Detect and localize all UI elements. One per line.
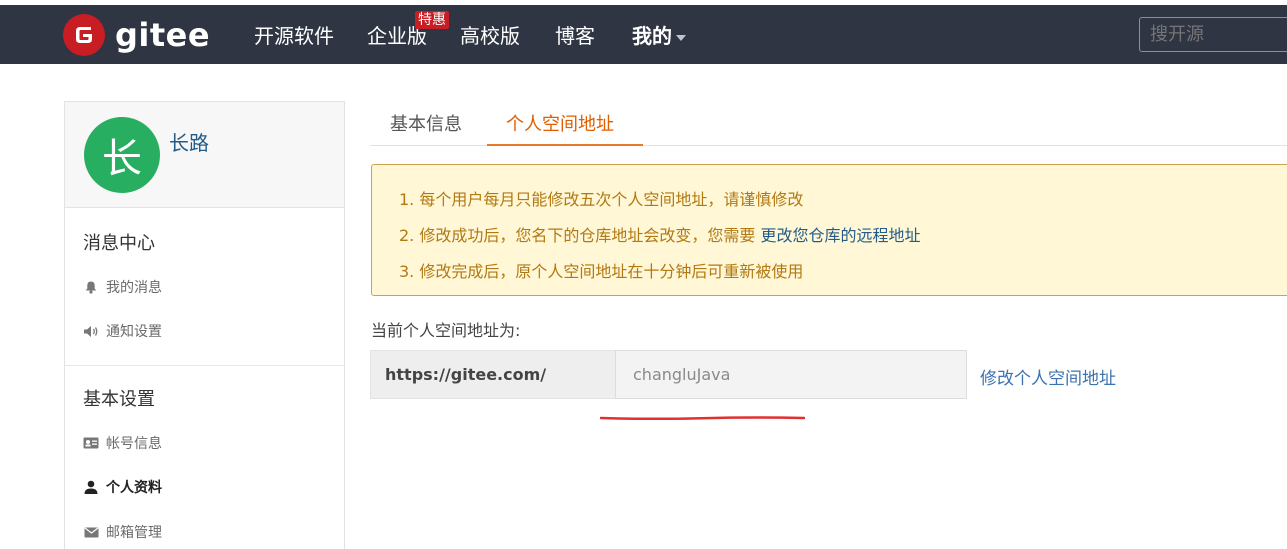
- avatar[interactable]: 长: [84, 117, 160, 193]
- profile-card: 长 长路: [65, 102, 344, 208]
- notice-box: 1. 每个用户每月只能修改五次个人空间地址，请谨慎修改 2. 修改成功后，您名下…: [371, 164, 1287, 296]
- sidebar-item-label: 帐号信息: [106, 436, 162, 452]
- sidebar-item-email-management[interactable]: 邮箱管理: [82, 522, 162, 542]
- sidebar-item-my-messages[interactable]: 我的消息: [82, 277, 162, 297]
- red-annotation-underline: [600, 416, 805, 420]
- sidebar-item-label: 个人资料: [106, 480, 162, 496]
- current-address-label: 当前个人空间地址为:: [371, 321, 521, 340]
- section-message-center: 消息中心: [83, 233, 155, 254]
- user-icon: [82, 480, 100, 494]
- sidebar-item-label: 通知设置: [106, 324, 162, 340]
- sidebar-item-profile[interactable]: 个人资料: [82, 477, 162, 497]
- change-remote-url-link[interactable]: 更改您仓库的远程地址: [760, 226, 920, 245]
- gitee-logo[interactable]: gitee: [63, 14, 210, 56]
- volume-icon: [82, 324, 100, 338]
- space-address-input[interactable]: [615, 350, 967, 399]
- gitee-logo-icon: [63, 14, 105, 56]
- section-basic-settings: 基本设置: [83, 389, 155, 410]
- id-card-icon: [82, 436, 100, 450]
- nav-blog[interactable]: 博客: [555, 21, 595, 51]
- notice-line-1: 1. 每个用户每月只能修改五次个人空间地址，请谨慎修改: [399, 190, 804, 209]
- settings-sidebar: 长 长路 消息中心 我的消息 通知设置 基本设置 帐号信息 个人资料 邮箱管理: [64, 101, 345, 549]
- search-input[interactable]: [1139, 17, 1287, 52]
- tab-personal-space-address[interactable]: 个人空间地址: [506, 113, 614, 137]
- address-prefix: https://gitee.com/: [370, 350, 615, 399]
- bell-icon: [82, 280, 100, 294]
- notice-line-2-text: 2. 修改成功后，您名下的仓库地址会改变，您需要: [399, 226, 761, 245]
- sidebar-item-label: 邮箱管理: [106, 525, 162, 541]
- chevron-down-icon: [676, 34, 686, 41]
- sidebar-item-account-info[interactable]: 帐号信息: [82, 433, 162, 453]
- tab-basic-info[interactable]: 基本信息: [390, 113, 462, 137]
- promo-badge: 特惠: [415, 11, 449, 29]
- modify-space-address-link[interactable]: 修改个人空间地址: [980, 364, 1116, 389]
- envelope-icon: [82, 525, 100, 539]
- username[interactable]: 长路: [169, 127, 209, 156]
- nav-mine-dropdown[interactable]: 我的: [632, 21, 686, 51]
- nav-education[interactable]: 高校版: [460, 21, 520, 51]
- notice-line-2: 2. 修改成功后，您名下的仓库地址会改变，您需要 更改您仓库的远程地址: [399, 222, 920, 246]
- top-edge: [0, 0, 1287, 5]
- sidebar-item-notification-settings[interactable]: 通知设置: [82, 321, 162, 341]
- sidebar-item-label: 我的消息: [106, 280, 162, 296]
- active-tab-indicator: [487, 144, 643, 146]
- logo-text: gitee: [115, 16, 211, 54]
- notice-line-3: 3. 修改完成后，原个人空间地址在十分钟后可重新被使用: [399, 262, 804, 281]
- nav-mine-label: 我的: [632, 24, 672, 48]
- nav-open-source[interactable]: 开源软件: [254, 21, 334, 51]
- top-navbar: gitee 开源软件 企业版 特惠 高校版 博客 我的: [0, 0, 1287, 64]
- sidebar-divider: [65, 365, 344, 366]
